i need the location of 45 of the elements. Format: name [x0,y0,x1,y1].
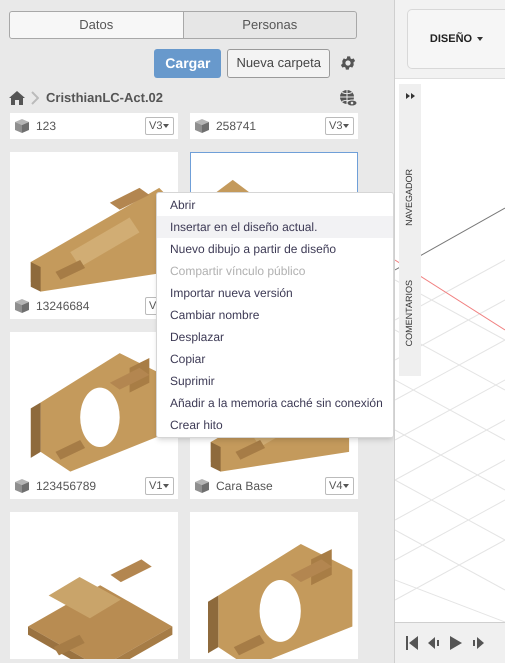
home-icon[interactable] [9,91,25,105]
menu-item[interactable]: Nuevo dibujo a partir de diseño [157,238,393,260]
chevron-right-icon [31,91,39,105]
cube-icon [194,478,210,494]
caret-icon [477,37,484,41]
file-name: 123 [36,118,56,135]
workspace-dropdown[interactable]: DISEÑO [407,9,505,69]
file-name: 258741 [216,118,256,135]
menu-item[interactable]: Importar nueva versión [157,282,393,304]
panel-tab[interactable]: Datos [9,11,184,39]
comments-tab[interactable]: COMENTARIOS [403,280,417,346]
caret-icon [343,124,350,128]
cube-icon [14,298,30,314]
version-dropdown[interactable]: V4 [325,477,354,495]
version-dropdown[interactable]: V3 [145,117,174,135]
settings-icon[interactable] [339,54,357,72]
menu-item[interactable]: Cambiar nombre [157,304,393,326]
file-name: Cara Base [216,478,273,495]
previous-step-icon[interactable] [428,637,440,649]
menu-item[interactable]: Desplazar [157,326,393,348]
menu-item[interactable]: Suprimir [157,370,393,392]
menu-item[interactable]: Insertar en el diseño actual. [157,216,393,238]
cube-icon [14,118,30,134]
new-folder-button[interactable]: Nueva carpeta [227,48,330,78]
caret-icon [163,124,170,128]
file-name: 13246684 [36,298,90,315]
first-frame-icon[interactable] [406,636,418,650]
menu-item[interactable]: Crear hito [157,414,393,436]
play-icon[interactable] [450,636,462,650]
next-step-icon[interactable] [472,637,484,649]
panel-tab[interactable]: Personas [184,11,357,39]
caret-icon [343,484,350,488]
cube-icon [194,118,210,134]
file-name: 123456789 [36,478,96,495]
caret-icon [163,484,170,488]
version-dropdown[interactable]: V1 [145,477,174,495]
version-dropdown[interactable]: V3 [325,117,354,135]
navigator-tab[interactable]: NAVEGADOR [403,169,417,226]
cube-icon [14,478,30,494]
globe-eye-icon[interactable] [339,89,357,107]
menu-item[interactable]: Añadir a la memoria caché sin conexión [157,392,393,414]
menu-item[interactable]: Abrir [157,194,393,216]
menu-item[interactable]: Copiar [157,348,393,370]
breadcrumb-project[interactable]: CristhianLC-Act.02 [46,88,164,108]
expand-icon[interactable] [406,93,414,99]
